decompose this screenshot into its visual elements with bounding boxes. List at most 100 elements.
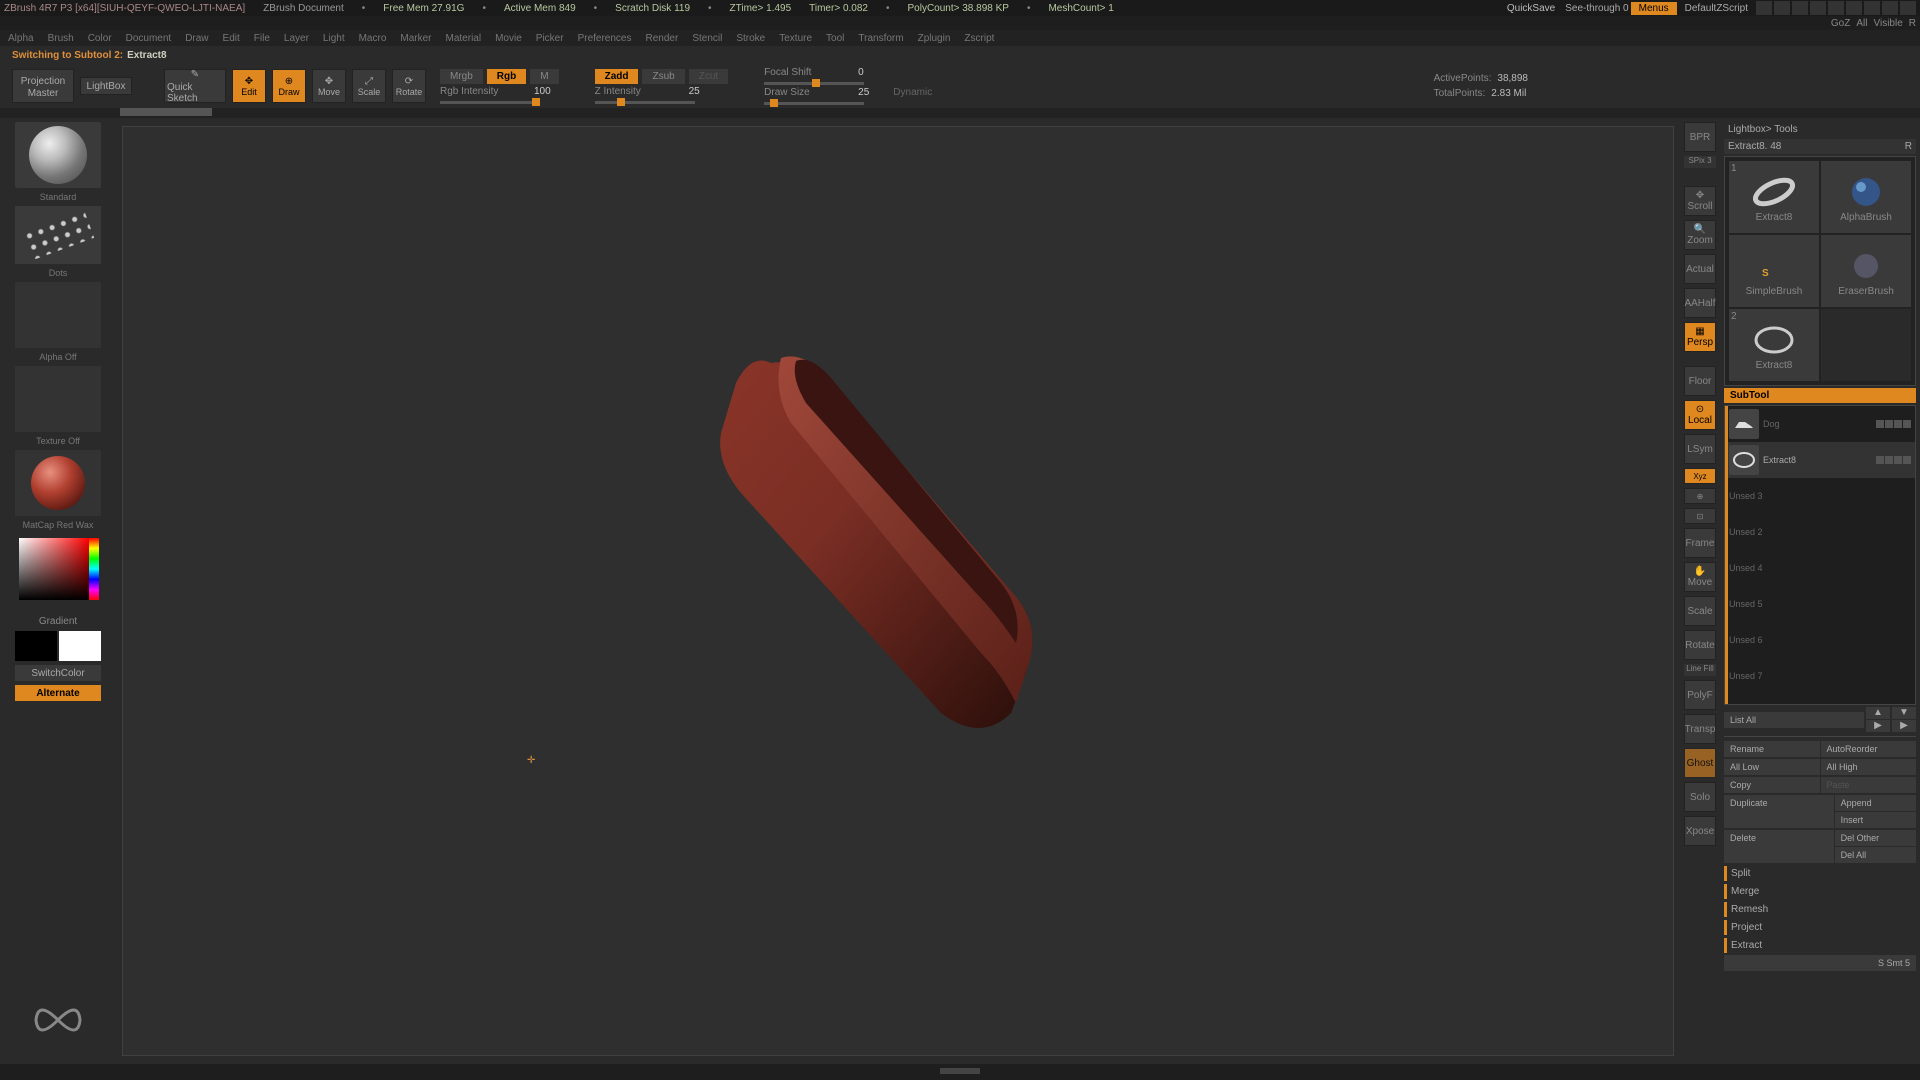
subtool-vis-icons[interactable] xyxy=(1876,456,1911,464)
floor-button[interactable]: Floor xyxy=(1684,366,1716,396)
menu-brush[interactable]: Brush xyxy=(48,33,74,44)
local-button[interactable]: ⊙Local xyxy=(1684,400,1716,430)
quicksketch-button[interactable]: ✎ Quick Sketch xyxy=(164,69,226,103)
subtool-item[interactable]: Unsed 6 xyxy=(1725,622,1915,658)
stroke-swatch[interactable] xyxy=(15,206,101,264)
persp-button[interactable]: ▦Persp xyxy=(1684,322,1716,352)
delall-button[interactable]: Del All xyxy=(1835,847,1916,863)
scroll-button[interactable]: ✥Scroll xyxy=(1684,186,1716,216)
close-icon[interactable] xyxy=(1900,1,1916,15)
menu-stencil[interactable]: Stencil xyxy=(692,33,722,44)
subtool-item[interactable]: Unsed 7 xyxy=(1725,658,1915,694)
help-icon[interactable] xyxy=(1810,1,1826,15)
menu-edit[interactable]: Edit xyxy=(223,33,240,44)
move-down-button[interactable]: ▼ xyxy=(1892,707,1916,719)
delete-button[interactable]: Delete xyxy=(1724,830,1834,863)
menu-macro[interactable]: Macro xyxy=(359,33,387,44)
dynamic-toggle[interactable]: Dynamic xyxy=(893,87,932,98)
viewport[interactable]: ✛ xyxy=(122,126,1674,1056)
menu-marker[interactable]: Marker xyxy=(400,33,431,44)
lightbox-tools-label[interactable]: Lightbox> Tools xyxy=(1724,122,1916,137)
zcut-button[interactable]: Zcut xyxy=(689,69,728,84)
tool-thumb[interactable]: EraserBrush xyxy=(1821,235,1911,307)
subtool-header[interactable]: SubTool xyxy=(1724,388,1916,403)
menu-stroke[interactable]: Stroke xyxy=(736,33,765,44)
subtool-item[interactable]: Extract8 xyxy=(1725,442,1915,478)
tool-thumb[interactable]: S SimpleBrush xyxy=(1729,235,1819,307)
goz-visible-button[interactable]: Visible xyxy=(1873,18,1902,29)
xpose-button[interactable]: Xpose xyxy=(1684,816,1716,846)
menu-file[interactable]: File xyxy=(254,33,270,44)
edit-button[interactable]: ✥ Edit xyxy=(232,69,266,103)
goz-all-button[interactable]: All xyxy=(1856,18,1867,29)
draw-size-slider[interactable] xyxy=(764,102,864,105)
ghost-button[interactable]: Ghost xyxy=(1684,748,1716,778)
menu-movie[interactable]: Movie xyxy=(495,33,522,44)
menus-button[interactable]: Menus xyxy=(1631,2,1677,15)
smooth-slider[interactable]: S Smt 5 xyxy=(1724,955,1916,971)
lightbox-button[interactable]: LightBox xyxy=(80,77,132,95)
nav-rotate-button[interactable]: Rotate xyxy=(1684,630,1716,660)
fit-button[interactable]: ⊡ xyxy=(1684,508,1716,524)
tool-thumb[interactable]: AlphaBrush xyxy=(1821,161,1911,233)
subtool-vis-icons[interactable] xyxy=(1876,420,1911,428)
frame-button[interactable]: Frame xyxy=(1684,528,1716,558)
merge-section[interactable]: Merge xyxy=(1724,884,1916,899)
center-button[interactable]: ⊕ xyxy=(1684,488,1716,504)
nav-move-button[interactable]: ✋Move xyxy=(1684,562,1716,592)
menu-alpha[interactable]: Alpha xyxy=(8,33,34,44)
subtool-item[interactable]: Unsed 4 xyxy=(1725,550,1915,586)
allhigh-button[interactable]: All High xyxy=(1821,759,1917,775)
color-picker[interactable] xyxy=(15,534,101,612)
maximize-icon[interactable] xyxy=(1882,1,1898,15)
brush-swatch[interactable] xyxy=(15,122,101,188)
r-button[interactable]: R xyxy=(1905,141,1912,152)
menu-zscript[interactable]: Zscript xyxy=(964,33,994,44)
transp-button[interactable]: Transp xyxy=(1684,714,1716,744)
rename-button[interactable]: Rename xyxy=(1724,741,1820,757)
bottom-bar[interactable] xyxy=(0,1064,1920,1080)
m-button[interactable]: M xyxy=(530,69,558,84)
texture-swatch[interactable] xyxy=(15,366,101,432)
menu-tool[interactable]: Tool xyxy=(826,33,844,44)
tool-thumb[interactable]: 2 Extract8 xyxy=(1729,309,1819,381)
copy-button[interactable]: Copy xyxy=(1724,777,1820,793)
insert-button[interactable]: Insert xyxy=(1835,812,1916,828)
extract-section[interactable]: Extract xyxy=(1724,938,1916,953)
subtool-item[interactable]: Unsed 5 xyxy=(1725,586,1915,622)
scrollbar-indicator[interactable] xyxy=(1725,406,1728,704)
move-up-button[interactable]: ▲ xyxy=(1866,707,1890,719)
rgb-intensity-slider[interactable] xyxy=(440,101,540,104)
menu-transform[interactable]: Transform xyxy=(858,33,903,44)
append-button[interactable]: Append xyxy=(1835,795,1916,811)
duplicate-button[interactable]: Duplicate xyxy=(1724,795,1834,828)
delother-button[interactable]: Del Other xyxy=(1835,830,1916,846)
quicksave-button[interactable]: QuickSave xyxy=(1499,2,1563,15)
goz-r-button[interactable]: R xyxy=(1909,18,1916,29)
draw-button[interactable]: ⊕ Draw xyxy=(272,69,306,103)
menu-texture[interactable]: Texture xyxy=(779,33,812,44)
menu-material[interactable]: Material xyxy=(446,33,482,44)
focal-shift-slider[interactable] xyxy=(764,82,864,85)
menu-preferences[interactable]: Preferences xyxy=(578,33,632,44)
gradient-toggle[interactable]: Gradient xyxy=(39,616,77,627)
menu-zplugin[interactable]: Zplugin xyxy=(918,33,951,44)
alllow-button[interactable]: All Low xyxy=(1724,759,1820,775)
defaultzscript-button[interactable]: DefaultZScript xyxy=(1679,2,1754,15)
project-section[interactable]: Project xyxy=(1724,920,1916,935)
bpr-button[interactable]: BPR xyxy=(1684,122,1716,152)
alternate-button[interactable]: Alternate xyxy=(15,685,101,701)
move-button[interactable]: ✥ Move xyxy=(312,69,346,103)
menu-render[interactable]: Render xyxy=(646,33,679,44)
subtool-item[interactable]: Unsed 2 xyxy=(1725,514,1915,550)
solo-button[interactable]: Solo xyxy=(1684,782,1716,812)
menu-document[interactable]: Document xyxy=(126,33,172,44)
grid2-icon[interactable] xyxy=(1792,1,1808,15)
menu-draw[interactable]: Draw xyxy=(185,33,208,44)
tool-thumb[interactable]: 1 Extract8 xyxy=(1729,161,1819,233)
remesh-section[interactable]: Remesh xyxy=(1724,902,1916,917)
move-in-button[interactable]: ▶ xyxy=(1892,720,1916,732)
tool-well[interactable] xyxy=(120,108,212,116)
mrgb-button[interactable]: Mrgb xyxy=(440,69,483,84)
projection-master-button[interactable]: Projection Master xyxy=(12,69,74,103)
